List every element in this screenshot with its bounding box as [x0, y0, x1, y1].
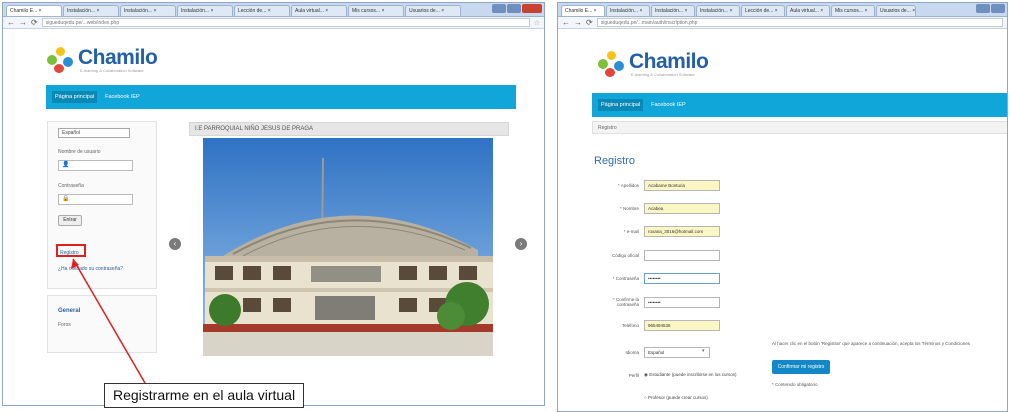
nav-facebook[interactable]: Facebook IEP [651, 102, 686, 108]
browser-tab[interactable]: Instalación... × [696, 5, 740, 16]
radio-teacher-label: Profesor (puede crear cursos) [647, 395, 708, 400]
main-nav: Página principal Facebook IEP [592, 93, 1007, 117]
confirm-password-input[interactable]: •••••••• [644, 297, 720, 308]
browser-tab[interactable]: Lección de... × [741, 5, 785, 16]
window-controls [976, 4, 1005, 15]
language-label: Idioma [625, 350, 639, 355]
radio-student[interactable]: ◉ Estudiante (puede inscribirse en los c… [644, 372, 737, 378]
browser-tab[interactable]: Instalación... × [606, 5, 650, 16]
email-label: * e-mail [623, 229, 639, 234]
phone-label: Teléfono [621, 323, 639, 328]
surname-input[interactable]: Acabame Bonturia [644, 180, 720, 191]
required-note: * Contenido obligatorio [772, 382, 818, 387]
browser-tab[interactable]: Mis cursos... × [831, 5, 875, 16]
address-bar: ← → ⟳ sigueduqedu.pe/...main/auth/inscri… [558, 17, 1007, 29]
browser-tab[interactable]: Instalación... × [651, 5, 695, 16]
radio-checked-icon: ◉ [644, 372, 648, 377]
radio-teacher[interactable]: ○ Profesor (puede crear cursos) [644, 395, 708, 400]
firstname-label: * Nombre [619, 206, 639, 211]
phone-input[interactable]: 965494536 [644, 320, 720, 331]
browser-tab[interactable]: Usuarios de... × [876, 5, 916, 16]
browser-tab[interactable]: Aula virtual... × [786, 5, 830, 16]
chamilo-logo[interactable]: Chamilo E-learning & Collaboration Softw… [598, 49, 709, 77]
maximize-button[interactable] [991, 4, 1005, 13]
browser-tab[interactable]: Chamilo E... × [561, 5, 605, 16]
forward-icon[interactable]: → [574, 18, 582, 27]
terms-text: Al hacer clic en el botón 'Registrar' qu… [772, 341, 970, 346]
confirm-password-label: * Confirme la contraseña [612, 297, 639, 307]
radio-unchecked-icon: ○ [644, 395, 647, 400]
annotation-arrow [71, 258, 146, 384]
password-input[interactable]: •••••••• [644, 273, 720, 284]
radio-student-label: Estudiante (puede inscribirse en los cur… [649, 372, 737, 377]
language-select[interactable]: Español [644, 347, 710, 358]
tab-bar: Chamilo E... × Instalación... × Instalac… [558, 3, 1007, 17]
breadcrumb[interactable]: Registro [592, 121, 1007, 134]
chamilo-logo-icon [598, 51, 626, 77]
minimize-button[interactable] [976, 4, 990, 13]
profile-label: Perfil [628, 373, 639, 378]
url-input[interactable]: sigueduqedu.pe/...main/auth/inscription.… [596, 18, 1003, 27]
annotation-callout: Registrarme en el aula virtual [104, 383, 305, 408]
password-label: * Contraseña [612, 276, 639, 281]
surname-label: * Apellidos [617, 183, 639, 188]
chevron-down-icon: ▾ [702, 348, 705, 354]
reload-icon[interactable]: ⟳ [586, 18, 593, 27]
logo-title: Chamilo [629, 49, 709, 73]
confirm-registration-button[interactable]: Confirmar mi registro [772, 360, 830, 374]
email-input[interactable]: roxana_3016@hotmail.com [644, 226, 720, 237]
firstname-input[interactable]: Acabea [644, 203, 720, 214]
back-icon[interactable]: ← [562, 18, 570, 27]
official-code-input[interactable] [644, 250, 720, 261]
nav-home[interactable]: Página principal [598, 99, 644, 111]
official-code-label: Código oficial [611, 253, 639, 258]
browser-window-registration: Chamilo E... × Instalación... × Instalac… [557, 2, 1008, 412]
form-title: Registro [594, 155, 635, 167]
browser-window-login: Chamilo E... × Instalación... × Instalac… [2, 2, 545, 406]
